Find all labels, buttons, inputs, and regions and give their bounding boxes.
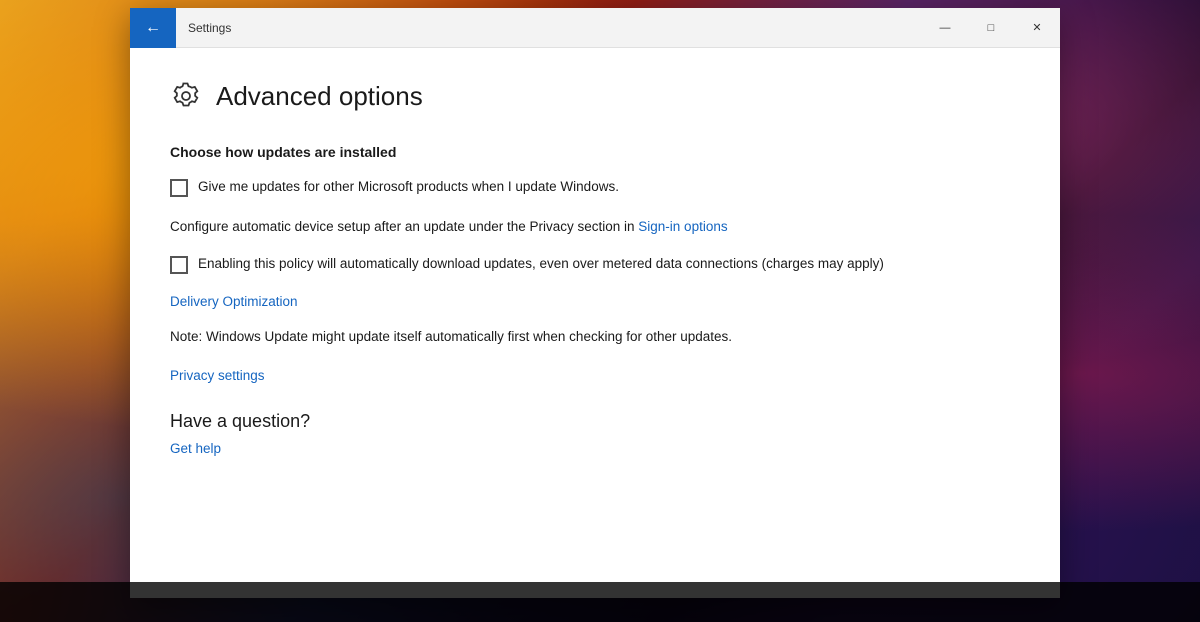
get-help-link[interactable]: Get help — [170, 441, 221, 456]
window-title: Settings — [176, 21, 922, 35]
window-content: Advanced options Choose how updates are … — [130, 48, 1060, 598]
taskbar — [0, 582, 1200, 622]
section-heading: Choose how updates are installed — [170, 144, 1020, 160]
maximize-button[interactable]: □ — [968, 8, 1014, 48]
checkbox-row-1: Give me updates for other Microsoft prod… — [170, 178, 1020, 197]
signin-options-link[interactable]: Sign-in options — [638, 219, 727, 234]
checkbox-metered-connections[interactable] — [170, 256, 188, 274]
window-controls: — □ ✕ — [922, 8, 1060, 48]
privacy-settings-link[interactable]: Privacy settings — [170, 368, 1020, 383]
title-bar: ← Settings — □ ✕ — [130, 8, 1060, 48]
checkbox-microsoft-products[interactable] — [170, 179, 188, 197]
checkbox-row-2: Enabling this policy will automatically … — [170, 255, 1020, 274]
delivery-optimization-link[interactable]: Delivery Optimization — [170, 294, 1020, 309]
back-button[interactable]: ← — [130, 8, 176, 48]
signin-info-text: Configure automatic device setup after a… — [170, 217, 1020, 237]
gear-icon — [170, 80, 202, 112]
checkbox-label-2: Enabling this policy will automatically … — [198, 255, 884, 274]
settings-window: ← Settings — □ ✕ Advanced options Choose… — [130, 8, 1060, 598]
minimize-button[interactable]: — — [922, 8, 968, 48]
page-header: Advanced options — [170, 80, 1020, 112]
question-heading: Have a question? — [170, 411, 1020, 432]
signin-prefix-text: Configure automatic device setup after a… — [170, 219, 638, 234]
close-button[interactable]: ✕ — [1014, 8, 1060, 48]
checkbox-label-1: Give me updates for other Microsoft prod… — [198, 178, 619, 197]
back-arrow-icon: ← — [145, 20, 161, 36]
page-title: Advanced options — [216, 81, 423, 112]
note-text: Note: Windows Update might update itself… — [170, 327, 1020, 347]
